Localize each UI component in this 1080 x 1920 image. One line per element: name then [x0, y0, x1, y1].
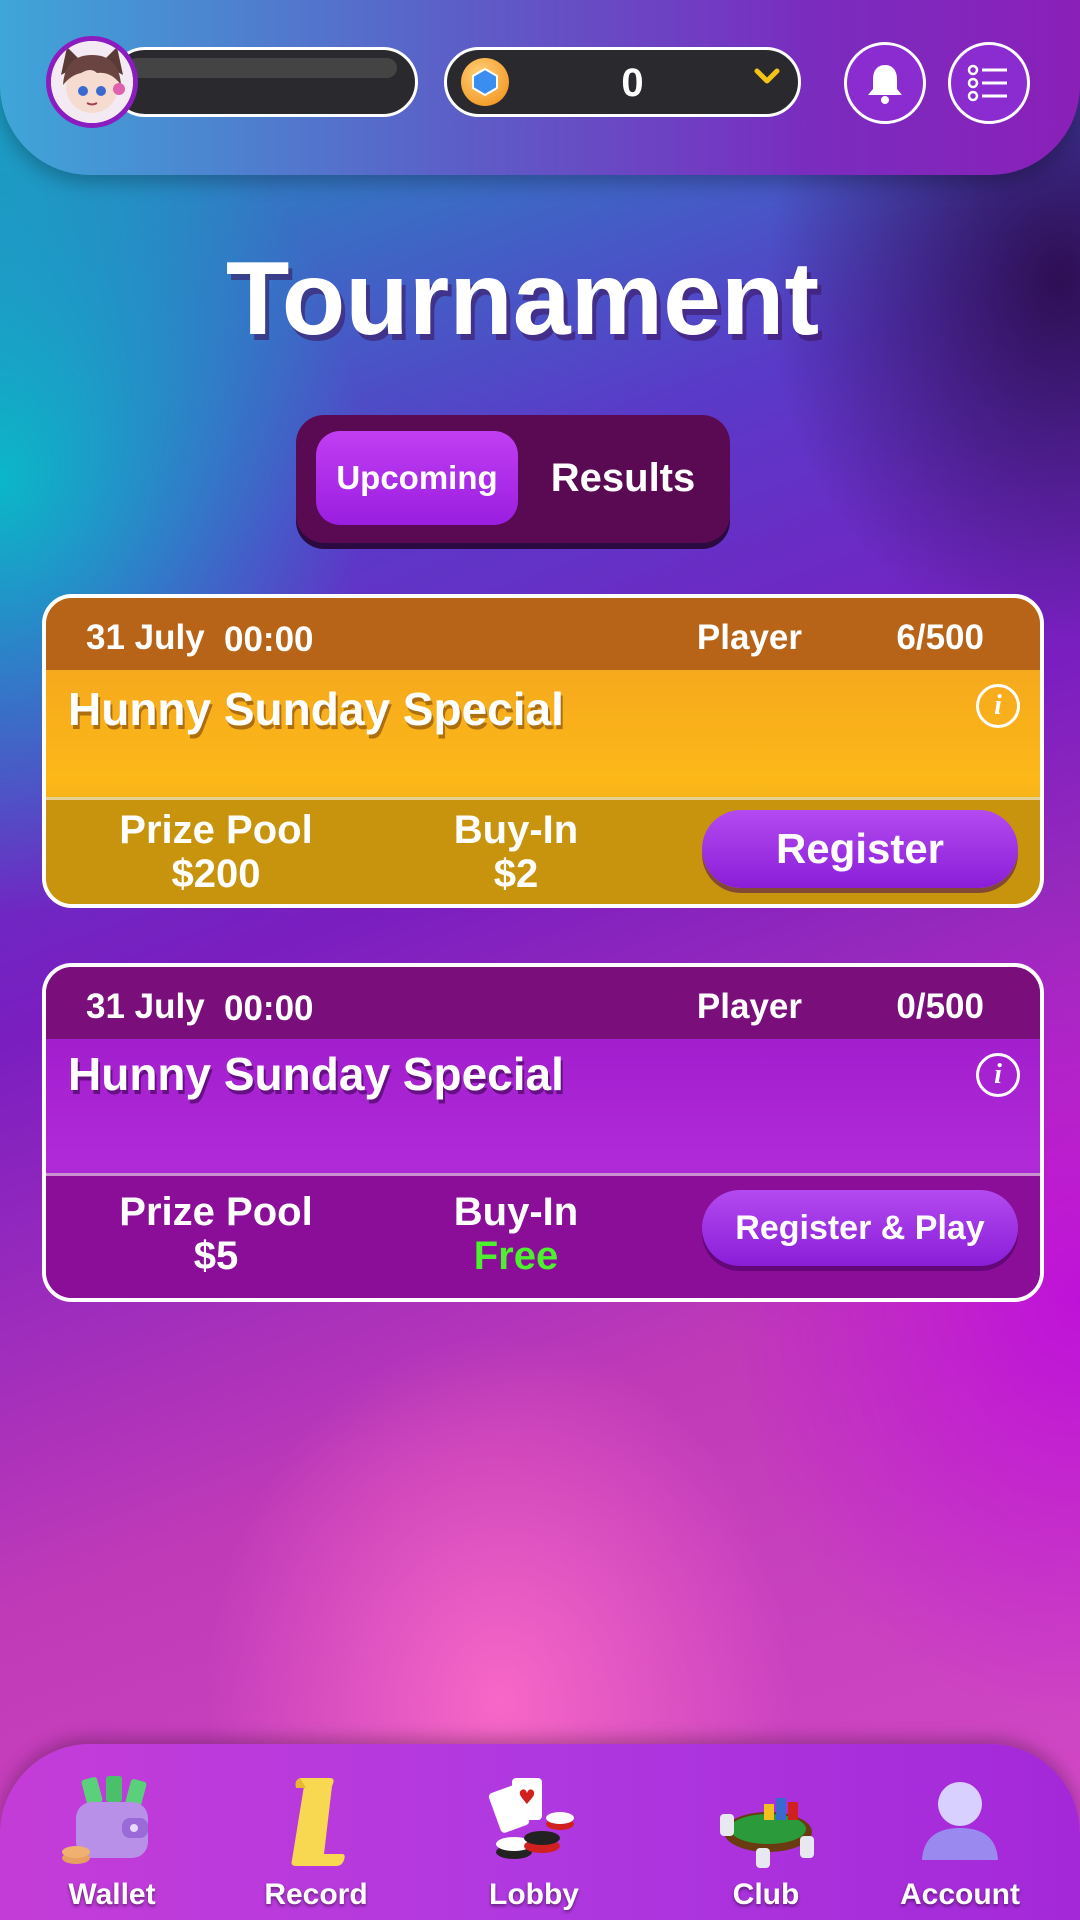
buy-in: Buy-In Free	[436, 1190, 596, 1278]
poker-table-icon	[720, 1798, 814, 1868]
nav-club-label: Club	[732, 1878, 800, 1911]
nav-lobby-label: Lobby	[489, 1878, 579, 1911]
page-title: Tournament	[225, 241, 820, 357]
info-icon[interactable]: i	[976, 684, 1020, 728]
tab-results[interactable]: Results	[528, 431, 718, 525]
nav-record[interactable]: Record	[236, 1744, 396, 1920]
tab-upcoming[interactable]: Upcoming	[316, 431, 518, 525]
tournament-name: Hunny Sunday Special	[68, 1048, 564, 1100]
prize-pool-value: $200	[171, 852, 261, 896]
hexagon-coin-icon	[461, 58, 509, 106]
tournament-date: 31 July	[86, 618, 205, 657]
card-footer: Prize Pool $200 Buy-In $2 Register	[46, 797, 1040, 904]
avatar[interactable]	[46, 36, 138, 128]
nav-account-label: Account	[900, 1878, 1020, 1911]
prize-pool-label: Prize Pool	[119, 808, 313, 852]
wallet-icon	[62, 1776, 148, 1864]
tournament-name: Hunny Sunday Special	[68, 683, 564, 735]
tournament-card[interactable]: 31 July 00:00 Player 0/500 Hunny Sunday …	[42, 963, 1044, 1302]
xp-progress-bar	[110, 47, 418, 117]
card-footer: Prize Pool $5 Buy-In Free Register & Pla…	[46, 1173, 1040, 1298]
xp-track	[127, 58, 397, 78]
avatar-image	[51, 41, 133, 123]
register-and-play-button[interactable]: Register & Play	[702, 1190, 1018, 1266]
nav-wallet[interactable]: Wallet	[32, 1744, 192, 1920]
nav-record-label: Record	[264, 1878, 368, 1911]
buy-in-label: Buy-In	[453, 1190, 579, 1234]
card-header: 31 July 00:00 Player 6/500	[46, 598, 1040, 670]
buy-in: Buy-In $2	[436, 808, 596, 896]
bottom-nav: Wallet Record ♥ Lobby Club Account	[0, 1744, 1080, 1920]
cards-chips-icon: ♥	[488, 1778, 574, 1859]
player-label: Player	[696, 987, 802, 1026]
prize-pool-label: Prize Pool	[119, 1190, 313, 1234]
nav-account[interactable]: Account	[880, 1744, 1040, 1920]
buy-in-value: Free	[473, 1234, 559, 1278]
menu-button[interactable]	[948, 42, 1030, 124]
player-label: Player	[696, 618, 802, 657]
tournament-time: 00:00	[224, 620, 314, 659]
scroll-icon	[291, 1778, 345, 1866]
coin-balance: 0	[621, 61, 644, 105]
buy-in-value: $2	[493, 852, 539, 896]
bell-icon	[868, 65, 902, 104]
player-count: 0/500	[896, 987, 984, 1026]
card-header: 31 July 00:00 Player 0/500	[46, 967, 1040, 1039]
tournament-date: 31 July	[86, 987, 205, 1026]
nav-lobby[interactable]: ♥ Lobby	[454, 1744, 614, 1920]
prize-pool-value: $5	[193, 1234, 239, 1278]
coin-balance-pill[interactable]: 0	[444, 47, 801, 117]
info-icon[interactable]: i	[976, 1053, 1020, 1097]
player-count: 6/500	[896, 618, 984, 657]
prize-pool: Prize Pool $200	[106, 808, 326, 896]
chevron-down-icon[interactable]	[754, 66, 780, 91]
tournament-card[interactable]: 31 July 00:00 Player 6/500 Hunny Sunday …	[42, 594, 1044, 908]
user-icon	[922, 1782, 998, 1860]
register-button[interactable]: Register	[702, 810, 1018, 888]
buy-in-label: Buy-In	[453, 808, 579, 852]
notifications-button[interactable]	[844, 42, 926, 124]
menu-list-icon	[967, 64, 1007, 102]
nav-club[interactable]: Club	[686, 1744, 846, 1920]
prize-pool: Prize Pool $5	[106, 1190, 326, 1278]
svg-text:♥: ♥	[518, 1785, 536, 1809]
tournament-time: 00:00	[224, 989, 314, 1028]
top-bar: 0	[0, 0, 1080, 175]
tab-switcher: Upcoming Results	[296, 415, 730, 543]
nav-wallet-label: Wallet	[68, 1878, 156, 1911]
